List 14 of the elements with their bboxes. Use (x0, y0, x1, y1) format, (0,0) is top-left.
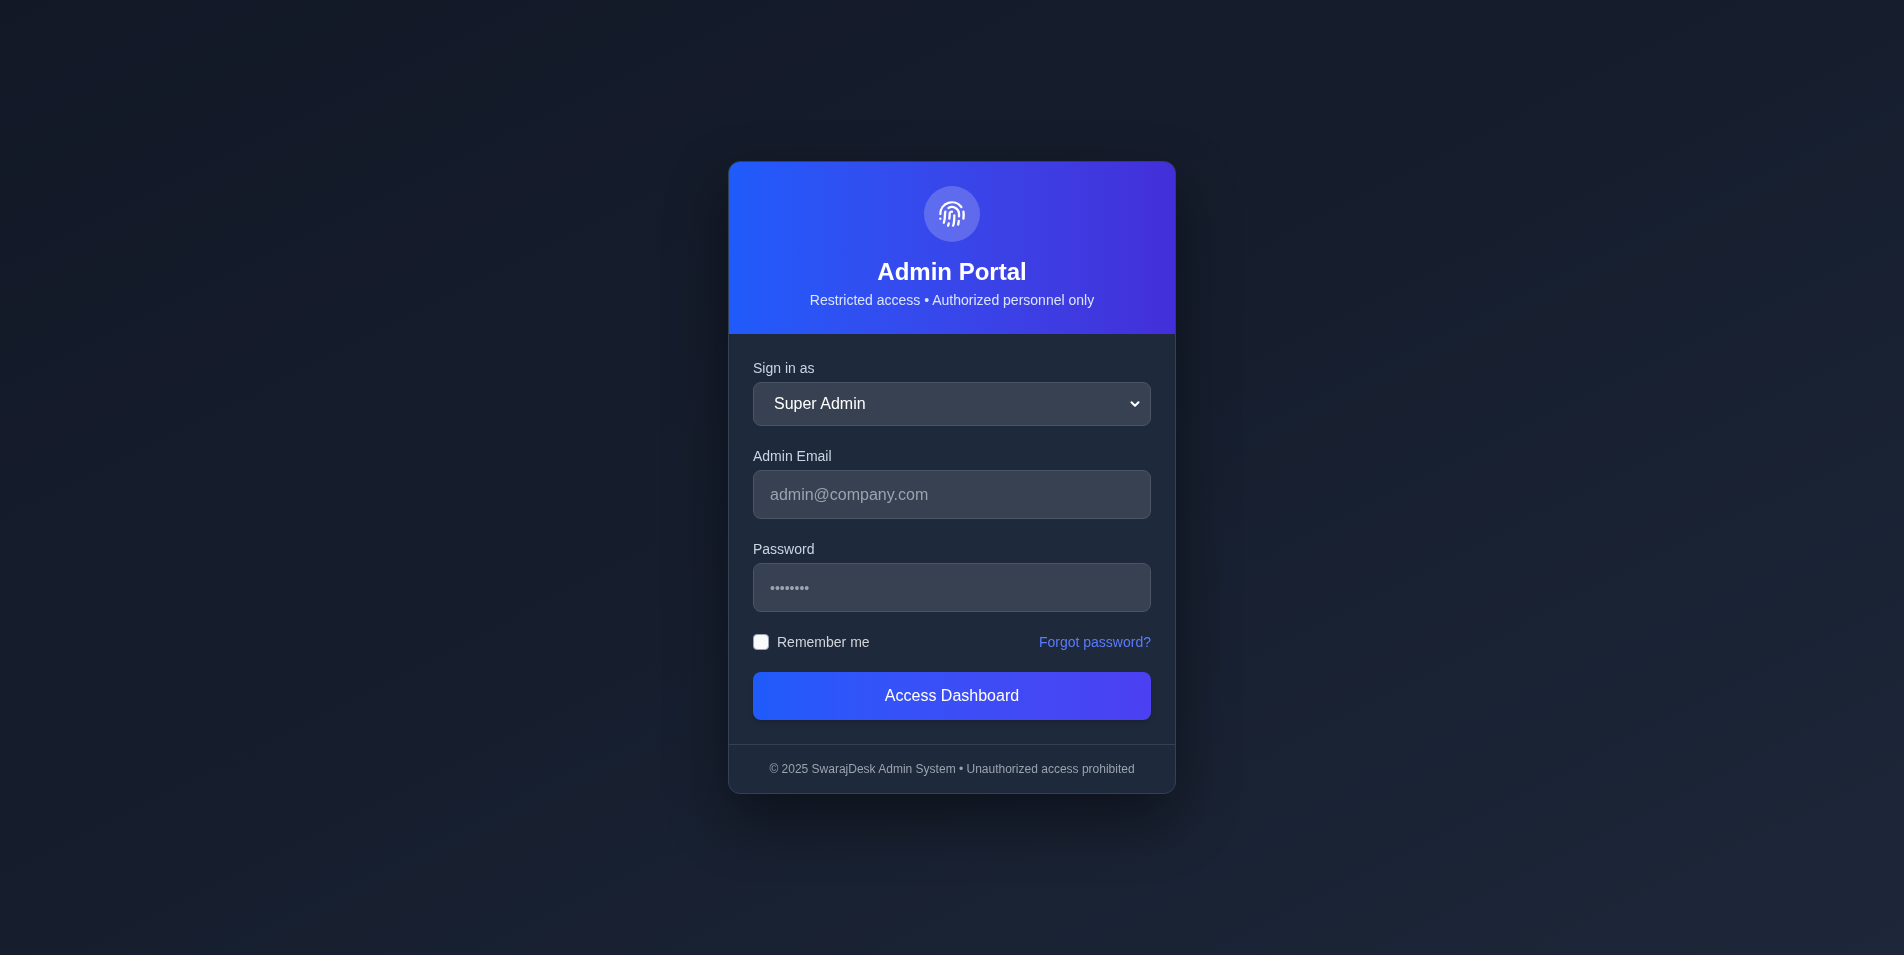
field-label: Admin Email (753, 447, 833, 466)
role-select[interactable]: Super Admin (753, 382, 1151, 426)
portal-title: Admin Portal (877, 257, 1027, 287)
remember-checkbox[interactable] (753, 634, 769, 650)
forgot-password-link[interactable]: Forgot password? (1038, 632, 1151, 652)
fingerprint-icon (924, 186, 980, 242)
field-label: Password (753, 540, 816, 559)
access-dashboard-button[interactable]: Access Dashboard (753, 672, 1151, 720)
field-label: Sign in as (753, 359, 816, 378)
footer-notice: © 2025 SwarajDesk Admin System • Unauthorized access prohibited (769, 761, 1135, 777)
email-input[interactable]: admin@company.com (753, 470, 1151, 519)
remember-label: Remember me (777, 633, 870, 652)
password-input[interactable]: •••••••• (753, 563, 1151, 612)
portal-subtitle: Restricted access • Authorized personnel only (809, 291, 1095, 310)
